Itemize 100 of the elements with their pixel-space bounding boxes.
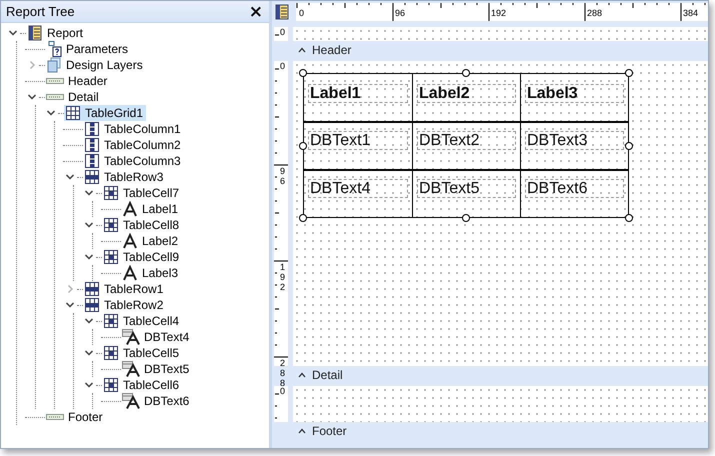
table-cell[interactable]: DBText5	[412, 169, 520, 217]
tree-item[interactable]: DBText4	[121, 329, 192, 345]
parameters-icon	[46, 41, 62, 57]
tree-item[interactable]: Detail	[45, 89, 102, 105]
font-icon	[122, 201, 138, 217]
ruler-label: 192	[491, 8, 506, 18]
label-text[interactable]: Label2	[417, 84, 516, 103]
cell-icon	[103, 217, 119, 233]
chevron-down-icon[interactable]	[27, 92, 37, 102]
tree-item[interactable]: Header	[45, 73, 110, 89]
cell-icon	[103, 377, 119, 393]
tree-item[interactable]: TableCell5	[102, 345, 182, 361]
chevron-down-icon[interactable]	[84, 252, 94, 262]
column-icon	[84, 137, 100, 153]
selection-handle[interactable]	[299, 142, 307, 150]
ruler-label: 384	[683, 8, 698, 18]
table-grid[interactable]: Label1 Label2 Label3 DBText1 DBText2 DBText3 DBText4 DBText5 DBText6	[303, 73, 629, 218]
chevron-down-icon[interactable]	[46, 108, 56, 118]
tree-item[interactable]: TableColumn3	[83, 153, 184, 169]
panel-title: Report Tree	[6, 4, 75, 19]
tree-item[interactable]: TableGrid1	[64, 105, 146, 121]
tree-item[interactable]: TableCell7	[102, 185, 182, 201]
table-cell[interactable]: DBText3	[520, 121, 628, 169]
label-text[interactable]: Label1	[308, 84, 408, 103]
data-field[interactable]: DBText1	[308, 131, 408, 150]
chevron-down-icon[interactable]	[84, 188, 94, 198]
tree-item[interactable]: TableCell4	[102, 313, 182, 329]
tree-item[interactable]: TableCell8	[102, 217, 182, 233]
chevron-down-icon[interactable]	[84, 220, 94, 230]
selection-handle[interactable]	[625, 69, 633, 77]
tree-item[interactable]: TableRow1	[83, 281, 166, 297]
column-icon	[84, 121, 100, 137]
tree-item[interactable]: Parameters	[45, 41, 132, 57]
ruler-label: 96	[280, 167, 286, 187]
design-canvas[interactable]: Label1 Label2 Label3 DBText1 DBText2 DBText3 DBText4 DBText5 DBText6	[293, 61, 708, 366]
table-cell[interactable]: DBText2	[412, 121, 520, 169]
tree-item[interactable]: TableColumn1	[83, 121, 184, 137]
tree-item[interactable]: Design Layers	[45, 57, 146, 73]
layers-icon	[46, 57, 62, 73]
table-cell[interactable]: DBText4	[304, 169, 412, 217]
data-field[interactable]: DBText4	[308, 179, 408, 198]
selection-handle[interactable]	[625, 214, 633, 222]
caret-up-icon[interactable]	[298, 428, 306, 434]
selection-handle[interactable]	[299, 69, 307, 77]
chevron-down-icon[interactable]	[84, 316, 94, 326]
selection-handle[interactable]	[299, 214, 307, 222]
table-cell[interactable]: Label1	[304, 74, 412, 121]
tree-item[interactable]: TableCell9	[102, 249, 182, 265]
data-field[interactable]: DBText5	[417, 179, 516, 198]
column-icon	[84, 153, 100, 169]
ruler-label: 288	[587, 8, 602, 18]
font-icon	[122, 265, 138, 281]
tree-item[interactable]: Report	[26, 25, 86, 41]
table-cell[interactable]: Label3	[520, 74, 628, 121]
tree-item[interactable]: Label1	[121, 201, 182, 217]
tree-item[interactable]: DBText5	[121, 361, 192, 377]
selection-handle[interactable]	[462, 214, 470, 222]
font-icon	[122, 233, 138, 249]
caret-up-icon[interactable]	[298, 47, 306, 53]
table-cell[interactable]: Label2	[412, 74, 520, 121]
ruler-label: 0	[299, 8, 304, 18]
report-icon	[27, 25, 43, 41]
vertical-ruler	[274, 27, 288, 41]
table-cell[interactable]: DBText1	[304, 121, 412, 169]
tree-item[interactable]: DBText6	[121, 393, 192, 409]
ruler-label: 0	[280, 387, 286, 397]
table-cell[interactable]: DBText6	[520, 169, 628, 217]
ruler-label: 288	[280, 359, 286, 388]
selection-handle[interactable]	[625, 142, 633, 150]
ruler-label: 0	[280, 28, 286, 38]
chevron-down-icon[interactable]	[84, 380, 94, 390]
label-text[interactable]: Label3	[525, 84, 624, 103]
row-icon	[84, 169, 100, 185]
data-field[interactable]: DBText3	[525, 131, 624, 150]
chevron-down-icon[interactable]	[8, 28, 18, 38]
report-icon	[274, 4, 290, 20]
chevron-down-icon[interactable]	[84, 348, 94, 358]
ruler-label: 0	[280, 62, 286, 72]
vertical-ruler	[274, 386, 288, 422]
band-label: Footer	[312, 424, 347, 438]
selection-handle[interactable]	[462, 69, 470, 77]
data-text-icon	[122, 361, 140, 377]
grid-icon	[65, 105, 81, 121]
tree-item[interactable]: Label3	[121, 265, 182, 281]
tree-item[interactable]: Footer	[45, 409, 106, 425]
tree-item[interactable]: TableCell6	[102, 377, 182, 393]
tree-item[interactable]: TableRow3	[83, 169, 166, 185]
tree-item[interactable]: TableColumn2	[83, 137, 184, 153]
tree-item[interactable]: Label2	[121, 233, 182, 249]
row-icon	[84, 297, 100, 313]
chevron-down-icon[interactable]	[65, 172, 75, 182]
data-field[interactable]: DBText6	[525, 179, 624, 198]
data-text-icon	[122, 393, 140, 409]
tree-item[interactable]: TableRow2	[83, 297, 166, 313]
ruler-label: 96	[395, 8, 406, 18]
data-field[interactable]: DBText2	[417, 131, 516, 150]
caret-up-icon[interactable]	[298, 372, 306, 378]
chevron-down-icon[interactable]	[65, 300, 75, 310]
close-button[interactable]: ×	[246, 4, 265, 20]
row-icon	[84, 281, 100, 297]
